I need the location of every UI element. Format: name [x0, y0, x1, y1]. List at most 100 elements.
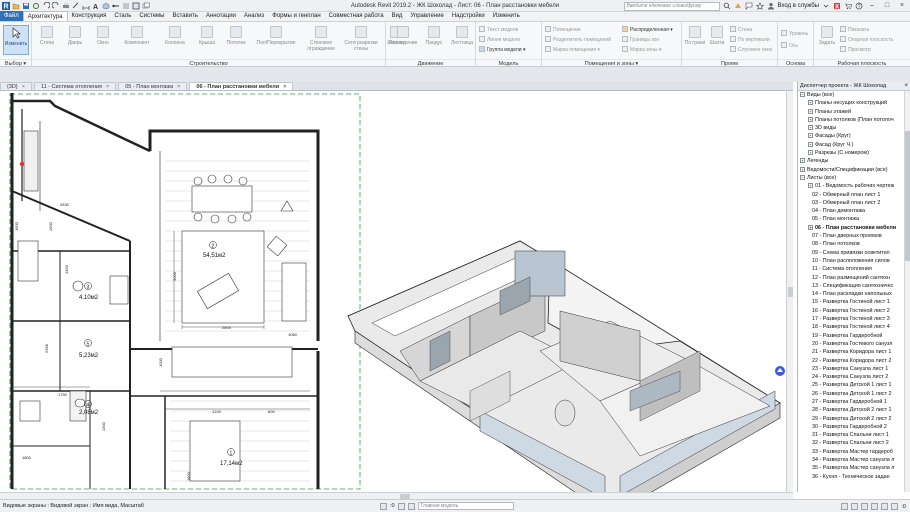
- canvas-horizontal-scrollbar[interactable]: [0, 492, 793, 499]
- browser-item[interactable]: 32 - Развертка Спальни лист 2: [798, 439, 910, 447]
- print-icon[interactable]: [62, 2, 70, 10]
- view-tab-2[interactable]: 05 - План монтажа ×: [118, 82, 188, 90]
- view-tab-1[interactable]: 11 - Система отопления ×: [33, 82, 117, 90]
- browser-item[interactable]: 03 - Обмерный план лист 2: [798, 199, 910, 207]
- circulation-button-1[interactable]: Пандус: [422, 25, 446, 55]
- build-button-9[interactable]: Сети разрезки стены: [344, 25, 378, 55]
- menu-tab-8[interactable]: Формы и генплан: [268, 11, 324, 21]
- expand-icon[interactable]: +: [808, 183, 813, 189]
- browser-item[interactable]: 08 - План потолков: [798, 240, 910, 248]
- browser-item[interactable]: + Фасады (Круг): [798, 132, 910, 140]
- help-icon[interactable]: ?: [855, 2, 863, 10]
- build-button-8[interactable]: Стеновое ограждение: [304, 25, 338, 55]
- viewer-button[interactable]: Просмотр: [840, 46, 871, 54]
- model-select[interactable]: Главная модель: [417, 502, 514, 510]
- circulation-button-0[interactable]: Ограждение: [388, 25, 418, 55]
- sign-in-label[interactable]: Вход в службы: [778, 3, 820, 9]
- favorites-icon[interactable]: [755, 2, 764, 10]
- browser-item[interactable]: 27 - Развертка Гардеробной 1: [798, 398, 910, 406]
- view-tab-3[interactable]: 06 - План расстановки мебели ×: [189, 82, 294, 90]
- 3d-model[interactable]: [347, 240, 781, 492]
- browser-item[interactable]: 23 - Развертка Санузла лист 1: [798, 365, 910, 373]
- maximize-button[interactable]: □: [881, 1, 893, 11]
- close-button[interactable]: ×: [896, 1, 908, 11]
- expand-icon[interactable]: +: [808, 100, 813, 106]
- filter-icon[interactable]: [891, 503, 899, 510]
- menu-tab-1[interactable]: Архитектура: [22, 11, 68, 21]
- menu-tab-13[interactable]: Изменить: [489, 11, 524, 21]
- select-links-icon[interactable]: [841, 503, 849, 510]
- browser-item[interactable]: + Легенды: [798, 157, 910, 165]
- browser-item[interactable]: +06 - План расстановки мебели: [798, 224, 910, 232]
- user-icon[interactable]: [767, 2, 775, 10]
- menu-tab-3[interactable]: Сталь: [110, 11, 135, 21]
- build-button-7[interactable]: Пол/Перекрытие: [254, 25, 298, 55]
- room-panel-title[interactable]: Помещения и зоны ▾: [542, 59, 681, 67]
- browser-item[interactable]: 36 - Кухня - Техническое задан: [798, 473, 910, 481]
- browser-item[interactable]: + Планы несущих конструкций: [798, 99, 910, 107]
- menu-tab-7[interactable]: Анализ: [240, 11, 268, 21]
- view-tab-0[interactable]: {3D} ×: [0, 82, 32, 90]
- browser-item[interactable]: 30 - Развертка Гардеробной 2: [798, 423, 910, 431]
- menu-tab-10[interactable]: Вид: [388, 11, 407, 21]
- subscription-icon[interactable]: [734, 2, 742, 10]
- expand-icon[interactable]: +: [808, 150, 813, 156]
- browser-item[interactable]: − Листы (все): [798, 174, 910, 182]
- redo-icon[interactable]: [52, 1, 60, 10]
- browser-item[interactable]: 09 - Схема привязки осветител: [798, 249, 910, 257]
- shaft-button[interactable]: Шахта: [706, 25, 728, 55]
- browser-item[interactable]: + Планы потолков (План потолоч: [798, 116, 910, 124]
- model-group-button[interactable]: Группа модели ▾: [479, 46, 526, 54]
- browser-item[interactable]: 34 - Развертка Мастер санузла л: [798, 456, 910, 464]
- text-icon[interactable]: A: [92, 2, 100, 10]
- measure-icon[interactable]: [72, 2, 80, 10]
- menu-tab-0[interactable]: Файл: [0, 11, 23, 21]
- collapse-icon[interactable]: −: [800, 174, 805, 180]
- build-button-2[interactable]: Окно: [92, 25, 114, 55]
- dormer-button[interactable]: Слуховое окно: [730, 46, 772, 54]
- section-icon[interactable]: [112, 2, 120, 10]
- elevation-marker-icon[interactable]: [19, 161, 25, 167]
- save-icon[interactable]: [22, 2, 30, 10]
- thin-lines-icon[interactable]: [122, 2, 130, 10]
- menu-tab-11[interactable]: Управление: [406, 11, 447, 21]
- revit-logo-icon[interactable]: R: [2, 1, 10, 10]
- expand-icon[interactable]: +: [808, 224, 813, 230]
- canvas-vertical-scrollbar[interactable]: [786, 91, 793, 492]
- browser-item[interactable]: 04 - План демонтажа: [798, 207, 910, 215]
- sync-icon[interactable]: [32, 2, 40, 10]
- menu-tab-2[interactable]: Конструкция: [68, 11, 111, 21]
- build-button-4[interactable]: Колонна: [160, 25, 190, 55]
- close-tab-icon[interactable]: ×: [106, 84, 109, 90]
- close-tab-icon[interactable]: ×: [22, 84, 25, 90]
- search-input[interactable]: Введите ключевое слово/фразу: [623, 1, 720, 11]
- browser-item[interactable]: 05 - План монтажа: [798, 215, 910, 223]
- room-button[interactable]: Помещение: [545, 26, 581, 34]
- grid-button[interactable]: Ось: [781, 42, 798, 50]
- wall-opening-button[interactable]: Стена: [730, 26, 752, 34]
- browser-item[interactable]: 18 - Развертка Гостиной лист 4: [798, 323, 910, 331]
- open-icon[interactable]: [12, 2, 20, 10]
- browser-item[interactable]: 29 - Развертка Детской 2 лист 2: [798, 415, 910, 423]
- browser-item[interactable]: 17 - Развертка Гостиной лист 3: [798, 315, 910, 323]
- model-line-button[interactable]: Линия модели: [479, 36, 520, 44]
- browser-item[interactable]: 20 - Развертка Гостевого санузл: [798, 340, 910, 348]
- browser-item[interactable]: 13 - Спецификация сантехничес: [798, 282, 910, 290]
- browser-item[interactable]: 12 - План размещений сантехн: [798, 274, 910, 282]
- editable-only-icon[interactable]: [407, 502, 415, 510]
- close-tab-icon[interactable]: ×: [283, 84, 286, 90]
- menu-tab-6[interactable]: Аннотации: [202, 11, 240, 21]
- browser-item[interactable]: 28 - Развертка Детской 2 лист 1: [798, 406, 910, 414]
- chevron-down-icon[interactable]: [822, 2, 830, 10]
- modify-button[interactable]: Изменить: [3, 25, 29, 55]
- browser-item[interactable]: 16 - Развертка Гостиной лист 2: [798, 307, 910, 315]
- browser-item[interactable]: + Ведомости/Спецификации (все): [798, 166, 910, 174]
- expand-icon[interactable]: +: [800, 158, 805, 164]
- expand-icon[interactable]: +: [808, 133, 813, 139]
- close-hidden-icon[interactable]: [132, 2, 140, 10]
- browser-item[interactable]: + Планы этажей: [798, 108, 910, 116]
- by-face-button[interactable]: По грани: [684, 25, 706, 55]
- undo-icon[interactable]: [42, 1, 50, 10]
- browser-item[interactable]: 14 - План раскладки напольных: [798, 290, 910, 298]
- browser-item[interactable]: + Разрезы (С номером): [798, 149, 910, 157]
